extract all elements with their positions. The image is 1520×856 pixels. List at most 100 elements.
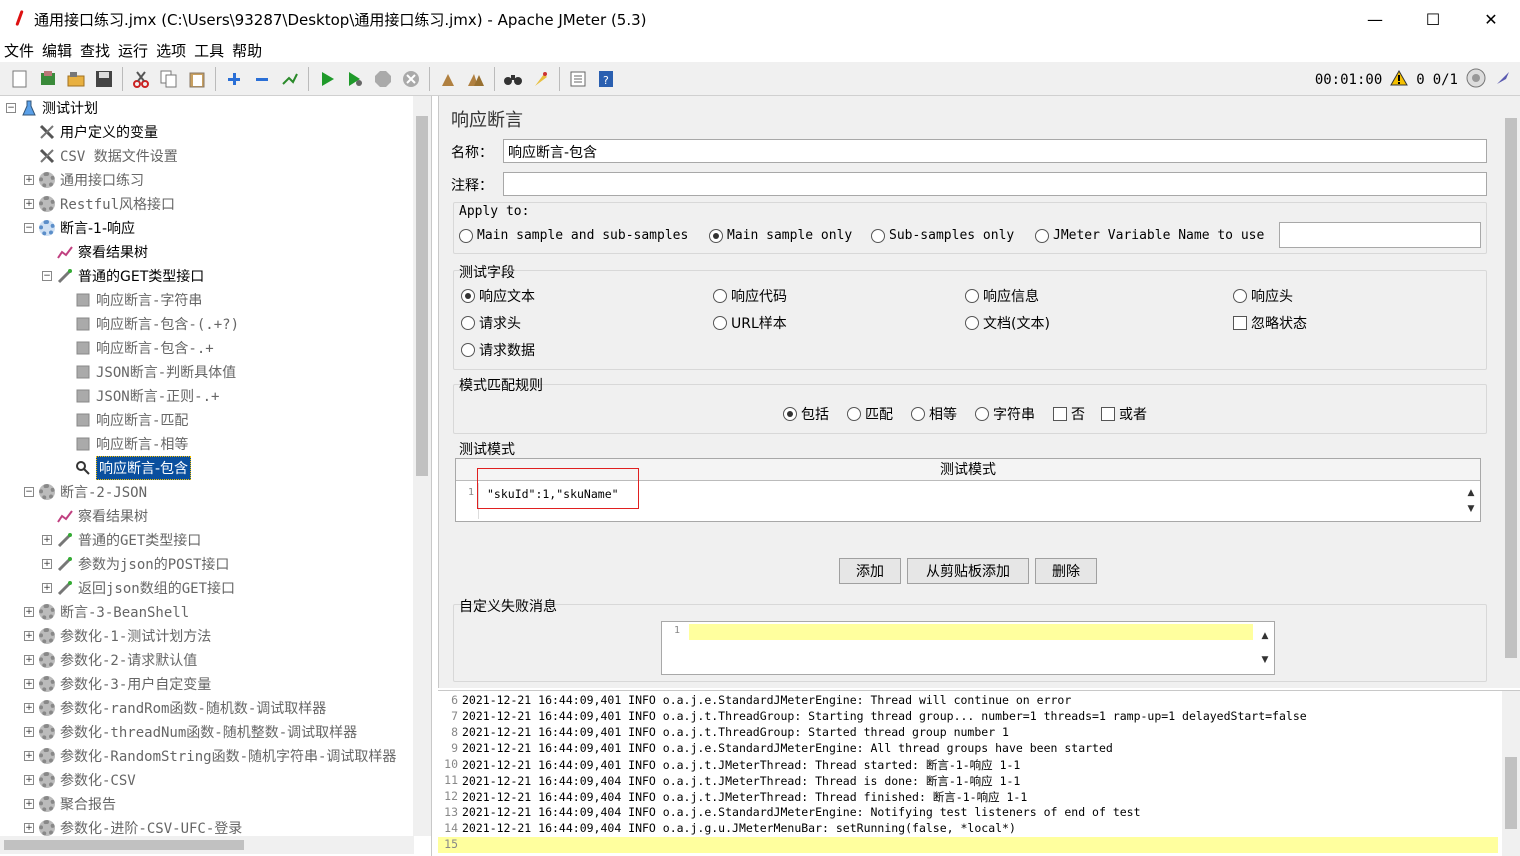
tree-node[interactable]: + 聚合报告 [24,792,116,816]
radio-dot[interactable] [783,407,797,421]
tree-node[interactable]: + 参数化-threadNum函数-随机整数-调试取样器 [24,720,357,744]
pattern-rule-option[interactable]: 字符串 [975,404,1035,424]
tree-node[interactable]: − 断言-2-JSON [24,480,147,504]
test-field-option[interactable]: URL样本 [713,313,787,333]
radio-dot[interactable] [713,316,727,330]
tree-expand-toggle[interactable]: + [24,607,34,617]
tree-vertical-scrollbar[interactable] [413,96,431,836]
clear-all-icon[interactable] [465,68,487,90]
menu-edit[interactable]: 编辑 [42,40,72,61]
comment-input[interactable] [503,172,1487,196]
radio-dot[interactable] [847,407,861,421]
pattern-rule-option[interactable]: 包括 [783,404,829,424]
help-icon[interactable]: ? [595,68,617,90]
tree-expand-toggle[interactable]: + [42,535,52,545]
radio-dot[interactable] [461,289,475,303]
menu-options[interactable]: 选项 [156,40,186,61]
tree-expand-toggle[interactable]: + [42,583,52,593]
menu-run[interactable]: 运行 [118,40,148,61]
copy-icon[interactable] [158,68,180,90]
tree-node[interactable]: + 通用接口练习 [24,168,144,192]
apply-to-option[interactable]: Main sample and sub-samples [459,228,688,243]
reset-search-icon[interactable] [530,68,552,90]
tree-node[interactable]: 响应断言-相等 [60,432,188,456]
failure-scroll-arrows[interactable]: ▲ ▼ [1258,624,1272,672]
radio-dot[interactable] [459,228,473,243]
apply-to-option[interactable]: Main sample only [709,228,852,243]
failure-message-editor[interactable]: 1 ▲ ▼ [661,621,1275,675]
tree-node[interactable]: + 参数为json的POST接口 [42,552,229,576]
tree-hscroll-thumb[interactable] [4,840,244,850]
add-from-clipboard-button[interactable]: 从剪贴板添加 [907,558,1029,584]
radio-dot[interactable] [1233,289,1247,303]
test-field-option[interactable]: 响应代码 [713,286,787,306]
maximize-button[interactable]: ☐ [1404,0,1462,38]
pattern-rule-option[interactable]: 匹配 [847,404,893,424]
tree-node[interactable]: − 断言-1-响应 [24,216,135,240]
radio-dot[interactable] [975,407,989,421]
tree-expand-toggle[interactable]: + [24,199,34,209]
open-icon[interactable] [65,68,87,90]
jmeter-variable-input[interactable] [1279,222,1481,248]
tree-node[interactable]: + 参数化-randRom函数-随机数-调试取样器 [24,696,326,720]
delete-button[interactable]: 删除 [1035,558,1097,584]
radio-dot[interactable] [461,316,475,330]
tree-node[interactable]: + 参数化-RandomString函数-随机字符串-调试取样器 [24,744,396,768]
tree-node[interactable]: + 参数化-1-测试计划方法 [24,624,211,648]
tree-expand-toggle[interactable]: + [24,751,34,761]
menu-file[interactable]: 文件 [4,40,34,61]
close-button[interactable]: ✕ [1462,0,1520,38]
tree-expand-toggle[interactable]: + [24,823,34,833]
function-helper-icon[interactable] [567,68,589,90]
test-field-option[interactable]: 响应文本 [461,286,535,306]
radio-dot[interactable] [709,228,723,243]
cut-icon[interactable] [130,68,152,90]
checkbox-box[interactable] [1233,316,1247,330]
pattern-scroll-arrows[interactable]: ▲ ▼ [1464,485,1478,519]
radio-dot[interactable] [1035,228,1049,243]
pattern-rule-option[interactable]: 否 [1053,404,1085,424]
tree-node[interactable]: 响应断言-包含-(.+?) [60,312,239,336]
menu-search[interactable]: 查找 [80,40,110,61]
test-field-option[interactable]: 响应头 [1233,286,1293,306]
name-input[interactable]: 响应断言-包含 [503,139,1487,163]
tree-node[interactable]: + 普通的GET类型接口 [42,528,201,552]
tree-expand-toggle[interactable]: + [24,175,34,185]
pattern-rule-option[interactable]: 或者 [1101,404,1147,424]
tree-expand-toggle[interactable]: + [42,559,52,569]
radio-dot[interactable] [911,407,925,421]
radio-dot[interactable] [871,228,885,243]
tree-expand-toggle[interactable]: + [24,775,34,785]
tree-node[interactable]: 响应断言-字符串 [60,288,202,312]
tree-expand-toggle[interactable]: + [24,655,34,665]
tree-expand-toggle[interactable]: − [24,223,34,233]
test-field-option[interactable]: 请求头 [461,313,521,333]
radio-dot[interactable] [965,289,979,303]
menu-tools[interactable]: 工具 [194,40,224,61]
tree-expand-toggle[interactable]: + [24,727,34,737]
tree-node[interactable]: 响应断言-包含-.+ [60,336,214,360]
tree-node[interactable]: + 参数化-2-请求默认值 [24,648,197,672]
tree-node[interactable]: 用户定义的变量 [24,120,158,144]
tree-node[interactable]: 察看结果树 [42,240,148,264]
menu-help[interactable]: 帮助 [232,40,262,61]
log-vertical-scrollbar[interactable] [1502,691,1520,856]
tree-horizontal-scrollbar[interactable] [0,836,414,854]
test-field-option[interactable]: 忽略状态 [1233,313,1307,333]
tree-expand-toggle[interactable]: − [24,487,34,497]
start-icon[interactable] [316,68,338,90]
log-scroll-thumb[interactable] [1505,757,1517,829]
warning-icon[interactable] [1390,69,1409,90]
toggle-icon[interactable] [279,68,301,90]
tree-node[interactable]: + 返回json数组的GET接口 [42,576,235,600]
test-field-option[interactable]: 文档(文本) [965,313,1050,333]
test-field-option[interactable]: 请求数据 [461,340,535,360]
radio-dot[interactable] [461,343,475,357]
tree-node[interactable]: + 参数化-3-用户自定变量 [24,672,211,696]
tree-expand-toggle[interactable]: + [24,703,34,713]
remote-status-icon[interactable] [1466,68,1486,92]
checkbox-box[interactable] [1053,407,1067,421]
tree-node[interactable]: − 测试计划 [6,96,98,120]
tree-expand-toggle[interactable]: + [24,631,34,641]
tree-scroll-thumb[interactable] [416,116,428,476]
